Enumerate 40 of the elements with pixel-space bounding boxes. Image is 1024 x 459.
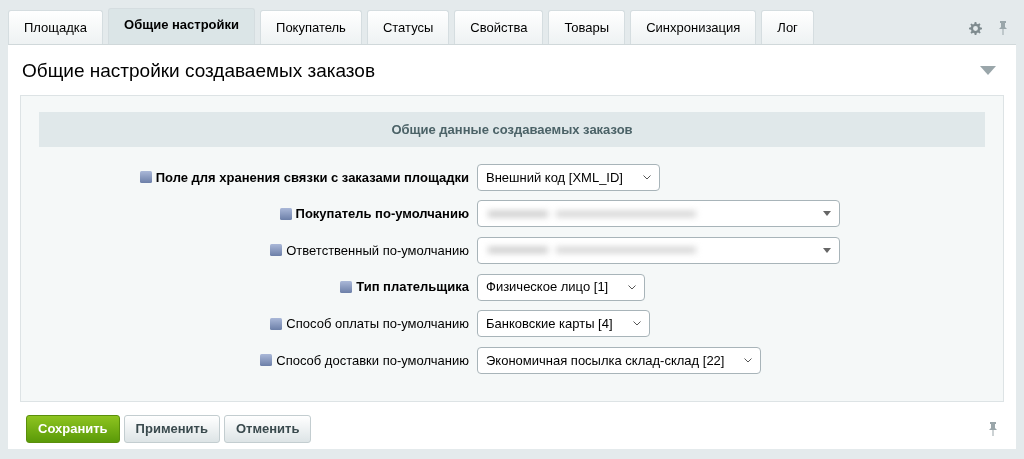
action-button[interactable]: Применить xyxy=(123,414,220,443)
select-field[interactable]: Физическое лицо [1] xyxy=(477,273,646,301)
field-label: Покупатель по-умолчанию xyxy=(295,205,469,224)
pin-icon[interactable] xyxy=(988,420,998,437)
settings-icon[interactable] xyxy=(969,21,982,35)
tab[interactable]: Статусы xyxy=(366,10,450,44)
caret-icon xyxy=(823,211,831,217)
caret-icon xyxy=(632,321,641,327)
help-icon[interactable] xyxy=(279,207,292,220)
select-field[interactable] xyxy=(477,237,840,264)
select-field[interactable]: Экономичная посылка склад-склад [22] xyxy=(477,346,762,374)
action-button[interactable]: Отменить xyxy=(223,414,312,443)
help-icon[interactable] xyxy=(139,171,152,184)
section-title: Общие данные создаваемых заказов xyxy=(39,111,985,147)
help-icon[interactable] xyxy=(340,281,353,294)
tab[interactable]: Покупатель xyxy=(260,10,362,44)
collapse-icon[interactable] xyxy=(980,66,996,76)
field-label: Ответственный по-умолчанию xyxy=(286,241,469,260)
caret-icon xyxy=(643,174,651,180)
caret-icon xyxy=(744,357,753,363)
panel-title: Общие настройки создаваемых заказов xyxy=(21,59,376,83)
tab[interactable]: Синхронизация xyxy=(630,10,757,44)
help-icon[interactable] xyxy=(270,317,283,330)
field-label: Способ доставки по-умолчанию xyxy=(276,351,469,370)
pin-icon[interactable] xyxy=(998,20,1008,36)
caret-icon xyxy=(823,248,831,253)
field-label: Способ оплаты по-умолчанию xyxy=(286,314,469,333)
tab[interactable]: Свойства xyxy=(454,10,544,44)
field-label: Тип плательщика xyxy=(356,278,469,297)
select-field[interactable] xyxy=(477,200,840,228)
caret-icon xyxy=(628,284,637,290)
select-field[interactable]: Внешний код [XML_ID] xyxy=(477,163,660,191)
select-field[interactable]: Банковские карты [4] xyxy=(477,310,650,338)
tab[interactable]: Товары xyxy=(548,10,626,44)
tab[interactable]: Общие настройки xyxy=(108,8,256,44)
help-icon[interactable] xyxy=(270,244,283,257)
tab[interactable]: Площадка xyxy=(8,10,104,44)
field-label: Поле для хранения связки с заказами площадки xyxy=(155,168,469,187)
tab[interactable]: Лог xyxy=(761,10,814,44)
help-icon[interactable] xyxy=(260,354,273,367)
